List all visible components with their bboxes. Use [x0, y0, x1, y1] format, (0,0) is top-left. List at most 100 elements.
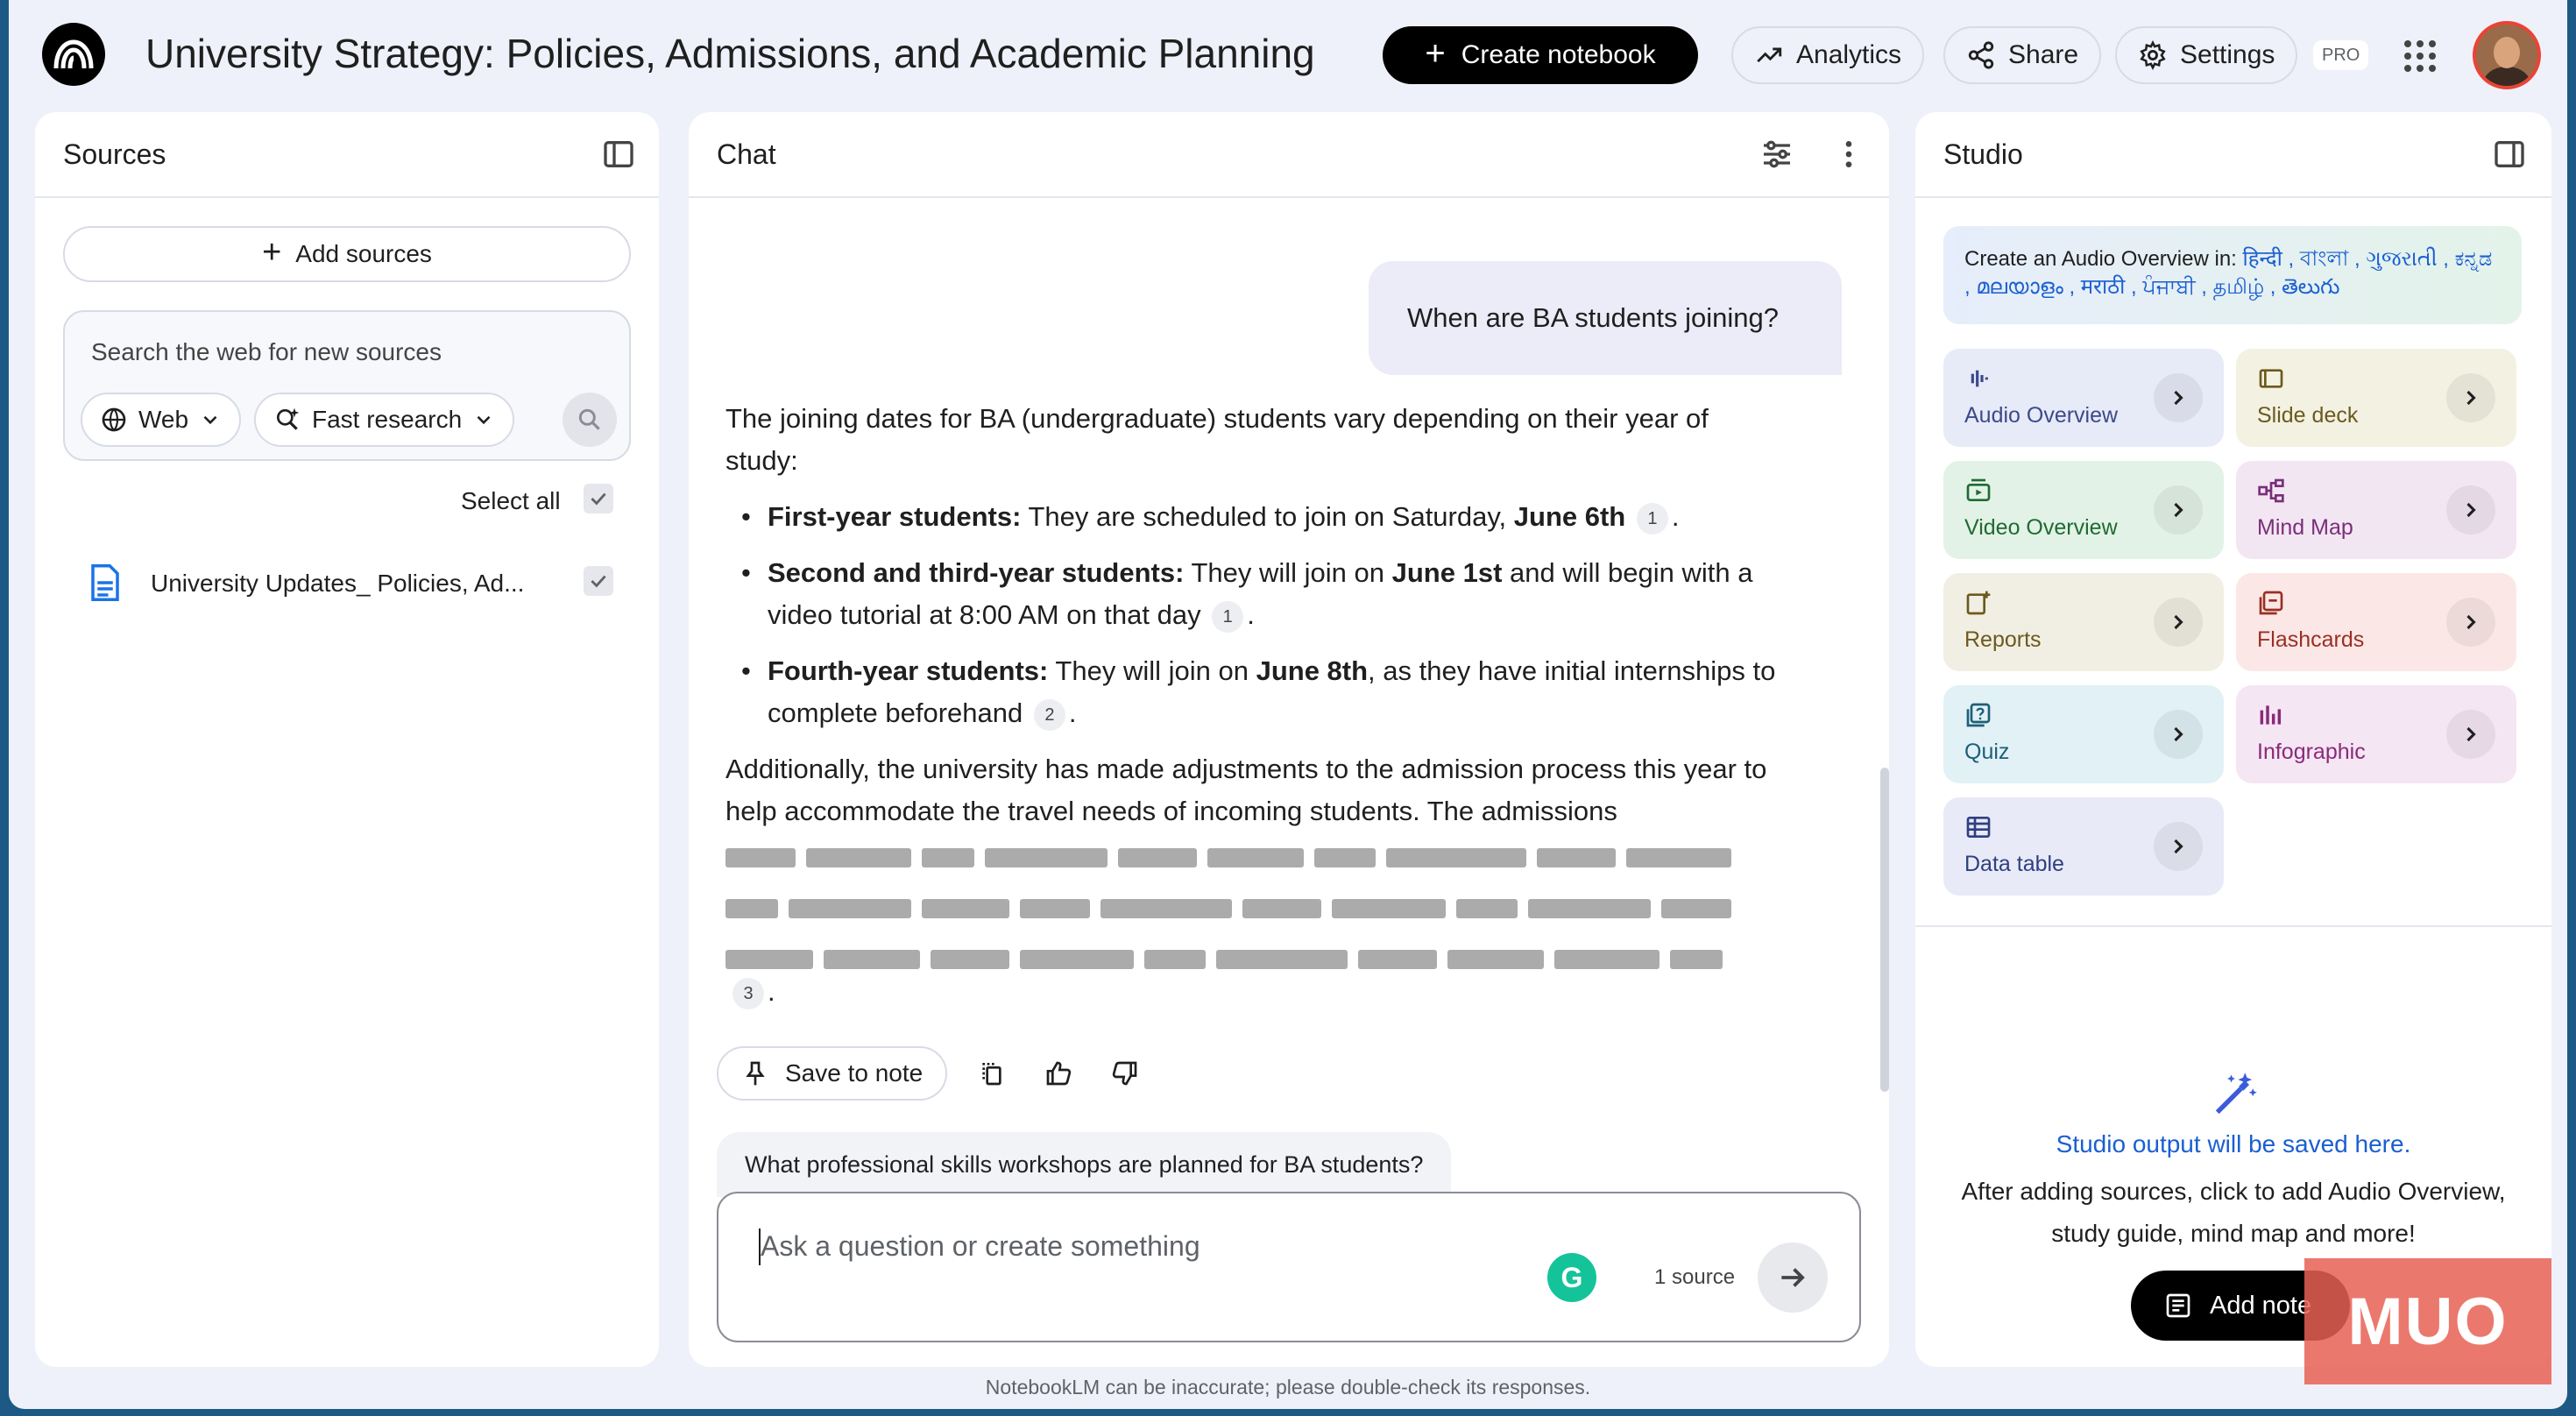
- web-source-dropdown[interactable]: Web: [81, 393, 242, 447]
- answer-intro: The joining dates for BA (undergraduate)…: [725, 403, 1709, 476]
- tile-open-button[interactable]: [2154, 710, 2203, 759]
- settings-label: Settings: [2180, 40, 2275, 69]
- studio-tile-data-table[interactable]: Data table: [1943, 797, 2224, 896]
- chat-title: Chat: [717, 138, 776, 170]
- suggested-question-chip[interactable]: What professional skills workshops are p…: [717, 1132, 1452, 1197]
- studio-tile-video-overview[interactable]: Video Overview: [1943, 461, 2224, 559]
- source-checkbox[interactable]: [584, 566, 613, 596]
- settings-button[interactable]: Settings: [2115, 26, 2298, 84]
- notebooklm-logo[interactable]: [42, 23, 105, 86]
- citation-chip[interactable]: 1: [1636, 502, 1668, 535]
- flashcards-icon: [2259, 591, 2283, 615]
- slides-icon: [2259, 369, 2283, 388]
- studio-tile-flashcards[interactable]: Flashcards: [2236, 573, 2516, 671]
- apps-grid-icon[interactable]: [2404, 40, 2436, 72]
- studio-tile-mind-map[interactable]: Mind Map: [2236, 461, 2516, 559]
- studio-tile-label: Flashcards: [2257, 627, 2365, 652]
- citation-chip[interactable]: 3: [732, 977, 764, 1009]
- web-pill-label: Web: [138, 406, 189, 433]
- studio-output-title: Studio output will be saved here.: [2056, 1130, 2411, 1158]
- answer-bullets: First-year students: They are scheduled …: [741, 496, 1777, 734]
- chat-input[interactable]: Ask a question or create something: [761, 1230, 1200, 1263]
- answer-bullet: Second and third-year students: They wil…: [741, 552, 1777, 636]
- source-item[interactable]: University Updates_ Policies, Ad...: [63, 550, 633, 612]
- citation-chip[interactable]: 1: [1212, 600, 1244, 633]
- sources-header: Sources: [35, 112, 659, 198]
- studio-tile-label: Mind Map: [2257, 515, 2353, 540]
- chat-header: Chat: [689, 112, 1889, 198]
- studio-tile-reports[interactable]: Reports: [1943, 573, 2224, 671]
- analytics-button[interactable]: Analytics: [1731, 26, 1925, 84]
- tile-open-button[interactable]: [2446, 373, 2495, 422]
- studio-tile-label: Quiz: [1964, 740, 2010, 764]
- quiz-icon: [1966, 703, 1991, 727]
- muo-watermark: MUO: [2304, 1258, 2551, 1384]
- add-note-label: Add note: [2210, 1291, 2312, 1320]
- check-icon: [591, 492, 606, 506]
- waveform-icon: [1971, 370, 1988, 387]
- studio-tile-slide-deck[interactable]: Slide deck: [2236, 349, 2516, 447]
- table-icon: [1966, 817, 1991, 838]
- collapse-panel-icon[interactable]: [2492, 137, 2527, 172]
- copy-button[interactable]: [970, 1051, 1014, 1095]
- tile-open-button[interactable]: [2446, 598, 2495, 647]
- tile-open-button[interactable]: [2446, 485, 2495, 535]
- gear-icon: [2140, 40, 2166, 70]
- create-notebook-label: Create notebook: [1461, 40, 1656, 69]
- answer-bullet: Fourth-year students: They will join on …: [741, 650, 1777, 734]
- answer-final-citation: 3.: [729, 976, 775, 1009]
- more-vert-icon[interactable]: [1831, 137, 1866, 172]
- copy-icon: [982, 1063, 1001, 1086]
- note-icon: [2166, 1293, 2190, 1318]
- select-all-checkbox[interactable]: [584, 484, 613, 513]
- web-search-input[interactable]: Search the web for new sources: [91, 338, 442, 366]
- user-message: When are BA students joining?: [1369, 261, 1842, 375]
- research-mode-dropdown[interactable]: Fast research: [254, 393, 515, 447]
- chevron-right-icon: [2174, 726, 2183, 742]
- check-icon: [591, 575, 606, 588]
- reports-icon: [1966, 591, 1991, 615]
- thumbs-down-button[interactable]: [1103, 1051, 1147, 1095]
- magic-wand-icon: [2215, 1073, 2257, 1115]
- collapse-panel-icon[interactable]: [601, 137, 636, 172]
- tile-open-button[interactable]: [2446, 710, 2495, 759]
- tune-icon[interactable]: [1759, 137, 1794, 172]
- video-icon: [1966, 478, 1991, 501]
- notebook-title[interactable]: University Strategy: Policies, Admission…: [145, 30, 1315, 77]
- answer-actions: Save to note: [717, 1044, 1147, 1102]
- chevron-right-icon: [2174, 390, 2183, 406]
- create-notebook-button[interactable]: + Create notebook: [1383, 26, 1698, 84]
- studio-tile-infographic[interactable]: Infographic: [2236, 685, 2516, 783]
- answer-bullet: First-year students: They are scheduled …: [741, 496, 1777, 538]
- chat-scrollbar[interactable]: [1880, 768, 1889, 1092]
- avatar[interactable]: [2473, 21, 2541, 89]
- tile-open-button[interactable]: [2154, 485, 2203, 535]
- answer-additional: Additionally, the university has made ad…: [725, 754, 1767, 826]
- tile-open-button[interactable]: [2154, 373, 2203, 422]
- thumbs-up-button[interactable]: [1037, 1051, 1080, 1095]
- search-icon: [578, 408, 600, 430]
- add-sources-button[interactable]: + Add sources: [63, 226, 631, 282]
- notebooklm-logo-icon: [53, 39, 94, 69]
- trending-up-icon: [1757, 47, 1782, 63]
- chevron-right-icon: [2174, 614, 2183, 630]
- studio-tile-label: Video Overview: [1964, 515, 2118, 540]
- mindmap-icon: [2258, 478, 2284, 503]
- chevron-down-icon: [203, 415, 217, 425]
- share-label: Share: [2008, 40, 2079, 69]
- tile-open-button[interactable]: [2154, 822, 2203, 871]
- studio-tile-audio-overview[interactable]: Audio Overview: [1943, 349, 2224, 447]
- save-to-note-button[interactable]: Save to note: [717, 1046, 948, 1101]
- tile-open-button[interactable]: [2154, 598, 2203, 647]
- send-button[interactable]: [1758, 1243, 1828, 1313]
- citation-chip[interactable]: 2: [1033, 698, 1065, 731]
- chevron-down-icon: [477, 415, 491, 425]
- chat-input-box[interactable]: Ask a question or create something G 1 s…: [717, 1192, 1861, 1342]
- search-submit-button[interactable]: [563, 393, 617, 447]
- app-window: University Strategy: Policies, Admission…: [9, 0, 2567, 1409]
- grammarly-icon[interactable]: G: [1547, 1253, 1596, 1302]
- studio-tile-label: Reports: [1964, 627, 2042, 652]
- share-button[interactable]: Share: [1943, 26, 2102, 84]
- globe-icon: [102, 407, 126, 432]
- studio-tile-quiz[interactable]: Quiz: [1943, 685, 2224, 783]
